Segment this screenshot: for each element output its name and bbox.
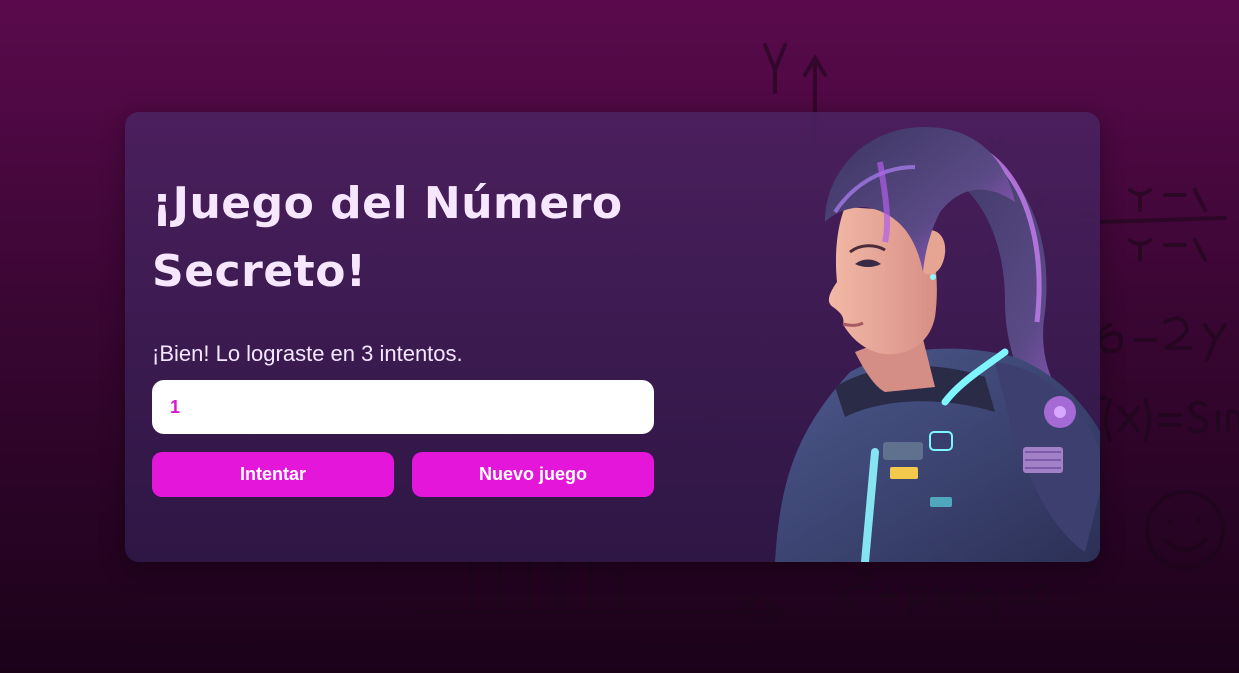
- game-panel: ¡Juego del Número Secreto! ¡Bien! Lo log…: [152, 170, 654, 497]
- game-card: ¡Juego del Número Secreto! ¡Bien! Lo log…: [125, 112, 1100, 562]
- button-row: Intentar Nuevo juego: [152, 452, 654, 497]
- new-game-button[interactable]: Nuevo juego: [412, 452, 654, 497]
- try-button[interactable]: Intentar: [152, 452, 394, 497]
- guess-input[interactable]: [152, 380, 654, 434]
- astronaut-girl-illustration: [775, 127, 1100, 562]
- result-message: ¡Bien! Lo lograste en 3 intentos.: [152, 341, 463, 366]
- page-title: ¡Juego del Número Secreto!: [152, 178, 623, 297]
